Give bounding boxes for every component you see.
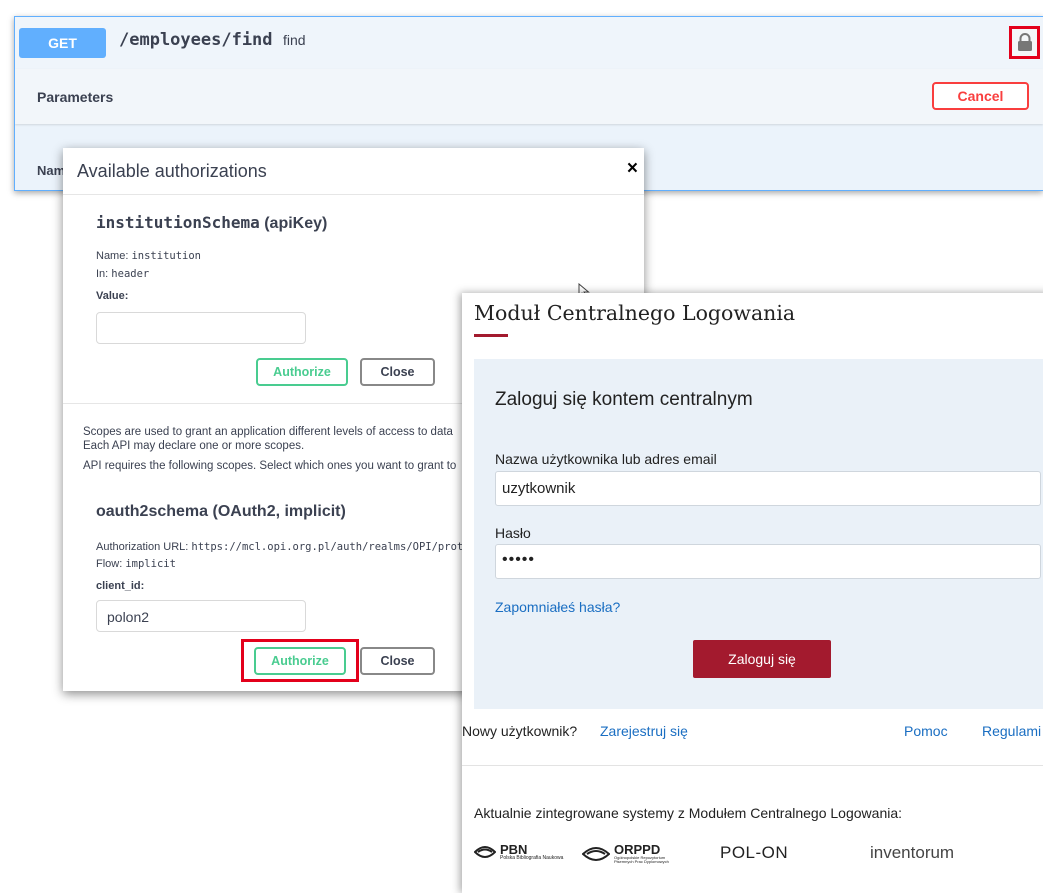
operation-path: /employees/find [119,30,273,50]
password-label: Hasło [495,525,531,541]
login-button[interactable]: Zaloguj się [693,640,831,678]
login-heading: Zaloguj się kontem centralnym [495,389,753,410]
name-column-header: Nam [37,163,66,178]
oauth-authorize-button[interactable]: Authorize [254,647,346,675]
apikey-in-row: In: header [96,268,149,280]
rules-link[interactable]: Regulami [982,723,1041,739]
footer-divider [462,765,1043,766]
oauth-scheme-title: oauth2schema (OAuth2, implicit) [96,503,346,520]
apikey-in-label: In: [96,268,109,280]
client-id-input[interactable]: polon2 [96,600,306,632]
forgot-password-link[interactable]: Zapomniałeś hasła? [495,599,620,615]
operation-summary: find [283,32,306,48]
apikey-name-label: Name: [96,250,129,262]
operation-summary-bar[interactable]: GET /employees/find find [15,17,1043,70]
parameters-title: Parameters [37,89,114,105]
pbn-logo[interactable]: PBN Polska Bibliografia Naukowa [474,843,563,861]
oauth-flow-value: implicit [125,558,176,570]
help-link[interactable]: Pomoc [904,723,948,739]
login-form: Zaloguj się kontem centralnym Nazwa użyt… [474,359,1043,709]
orppd-logo[interactable]: ORPPD Ogólnopolskie Repozytorium Pisemny… [582,843,684,864]
apikey-scheme-name: institutionSchema [96,213,260,232]
mcl-title: Moduł Centralnego Logowania [474,301,796,325]
register-link[interactable]: Zarejestruj się [600,723,688,739]
apikey-in-value: header [111,268,150,280]
orppd-logo-subtext: Ogólnopolskie Repozytorium Pisemnych Pra… [614,855,669,864]
scopes-description-line1: Scopes are used to grant an application … [83,426,453,438]
modal-header: Available authorizations × [63,148,644,195]
title-underline [474,334,508,337]
oauth-close-button[interactable]: Close [360,647,435,675]
polon-logo[interactable]: POL-ON [720,843,788,863]
authorize-lock-button[interactable] [1009,26,1040,59]
password-input[interactable]: ••••• [495,544,1041,579]
scopes-description-line2: Each API may declare one or more scopes. [83,440,305,452]
oauth-auth-url-row: Authorization URL: https://mcl.opi.org.p… [96,541,470,553]
apikey-scheme-title: institutionSchema (apiKey) [96,213,327,233]
integrated-systems-label: Aktualnie zintegrowane systemy z Modułem… [474,805,903,821]
username-input[interactable]: uzytkownik [495,471,1041,506]
apikey-close-button[interactable]: Close [360,358,435,386]
oauth-auth-url-value: https://mcl.opi.org.pl/auth/realms/OPI/p… [191,541,470,553]
modal-close-icon[interactable]: × [627,158,638,180]
apikey-value-input[interactable] [96,312,306,344]
client-id-label: client_id: [96,580,145,592]
apikey-scheme-type: (apiKey) [264,215,328,232]
apikey-name-value: institution [131,250,202,262]
new-user-label: Nowy użytkownik? [462,723,578,739]
method-badge: GET [19,28,106,58]
scopes-description-line3: API requires the following scopes. Selec… [83,460,457,472]
pbn-logo-subtext: Polska Bibliografia Naukowa [500,855,564,861]
parameters-header: Parameters Cancel [15,69,1043,124]
mcl-login-card: Moduł Centralnego Logowania Zaloguj się … [462,293,1043,893]
lock-icon [1017,33,1032,51]
inventorum-logo[interactable]: inventorum [870,843,954,863]
pbn-mark-icon [474,846,496,858]
oauth-auth-url-label: Authorization URL: [96,541,189,553]
orppd-mark-icon [582,846,610,861]
apikey-value-label: Value: [96,290,129,302]
modal-title: Available authorizations [77,161,267,181]
cancel-button[interactable]: Cancel [932,82,1029,110]
apikey-authorize-button[interactable]: Authorize [256,358,348,386]
oauth-flow-row: Flow: implicit [96,558,176,570]
username-label: Nazwa użytkownika lub adres email [495,451,717,467]
apikey-name-row: Name: institution [96,250,201,262]
oauth-flow-label: Flow: [96,558,123,570]
